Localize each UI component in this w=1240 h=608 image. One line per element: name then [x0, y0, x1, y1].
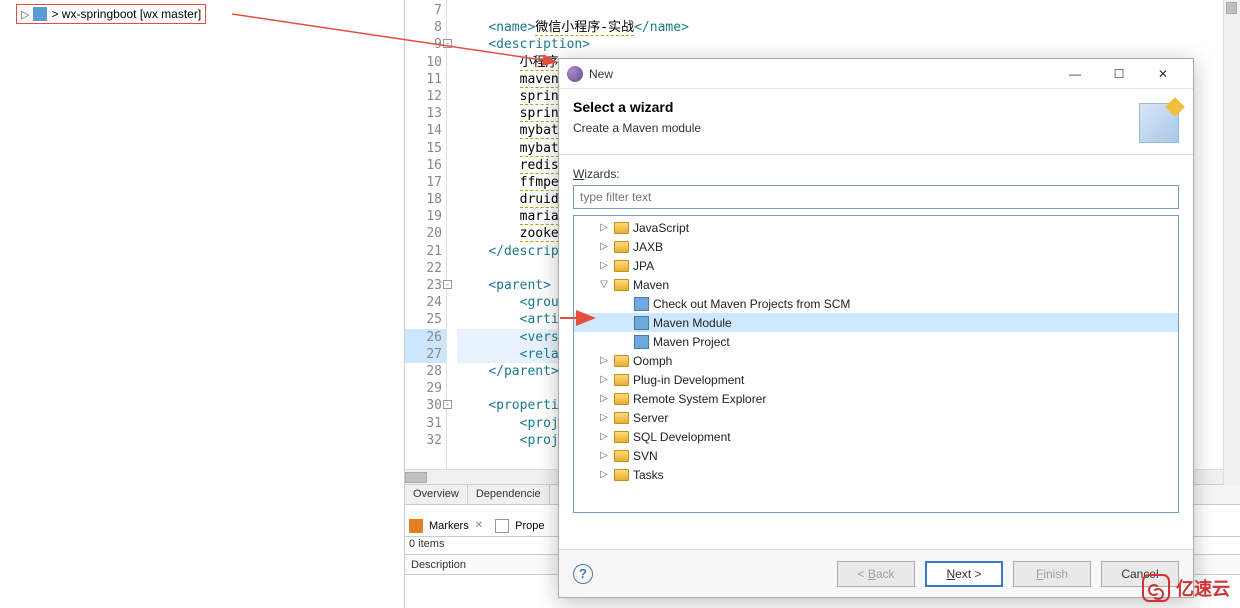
tree-item-label: Check out Maven Projects from SCM [653, 297, 850, 311]
markers-items-count: 0 items [405, 538, 444, 550]
wizards-label: WWizards:izards: [573, 167, 1179, 181]
project-root-item[interactable]: ▷ > wx-springboot [wx master] [16, 4, 206, 24]
folder-icon [614, 241, 629, 253]
wizard-tree[interactable]: ▷ JavaScript ▷ JAXB ▷ JPA ▽ Maven Check out Mave… [573, 215, 1179, 513]
properties-icon [495, 519, 509, 533]
properties-label[interactable]: Prope [515, 520, 544, 532]
wizard-item-icon [634, 316, 649, 330]
watermark-text: 亿速云 [1176, 575, 1230, 601]
help-button[interactable]: ? [573, 564, 593, 584]
folder-icon [614, 260, 629, 272]
editor-vertical-scrollbar[interactable] [1223, 0, 1240, 485]
dialog-titlebar[interactable]: New — ☐ ✕ [559, 59, 1193, 89]
project-name: > wx-springboot [wx master] [51, 7, 201, 21]
tree-item-label: SQL Development [633, 430, 731, 444]
wizard-tree-item[interactable]: Check out Maven Projects from SCM [574, 294, 1178, 313]
back-button[interactable]: < Back [837, 561, 915, 587]
tree-item-label: Maven Project [653, 335, 730, 349]
watermark-icon [1142, 574, 1170, 602]
wizard-banner-icon [1139, 103, 1179, 143]
close-button[interactable]: ✕ [1141, 59, 1185, 89]
chevron-icon: ▷ [598, 260, 610, 271]
chevron-icon: ▷ [598, 450, 610, 461]
minimize-button[interactable]: — [1053, 59, 1097, 89]
close-view-icon[interactable]: ✕ [475, 520, 483, 531]
tree-item-label: Remote System Explorer [633, 392, 766, 406]
folder-icon [614, 469, 629, 481]
wizard-tree-item[interactable]: ▷ JPA [574, 256, 1178, 275]
wizard-tree-item[interactable]: ▷ JavaScript [574, 218, 1178, 237]
chevron-icon: ▷ [598, 393, 610, 404]
wizard-tree-item[interactable]: ▷ SVN [574, 446, 1178, 465]
wizard-tree-item[interactable]: ▷ Server [574, 408, 1178, 427]
watermark: 亿速云 [1142, 574, 1230, 602]
folder-icon [614, 431, 629, 443]
dialog-title: New [589, 67, 1053, 81]
wizard-tree-item[interactable]: Maven Project [574, 332, 1178, 351]
wizard-tree-item[interactable]: ▽ Maven [574, 275, 1178, 294]
dialog-banner: Select a wizard Create a Maven module [559, 89, 1193, 155]
tab-dependencies[interactable]: Dependencie [468, 485, 550, 504]
tree-item-label: JavaScript [633, 221, 689, 235]
chevron-icon: ▷ [598, 469, 610, 480]
folder-icon [614, 374, 629, 386]
chevron-icon: ▷ [598, 374, 610, 385]
wizard-tree-item[interactable]: ▷ Remote System Explorer [574, 389, 1178, 408]
wizard-tree-item[interactable]: ▷ Plug-in Development [574, 370, 1178, 389]
tree-item-label: Plug-in Development [633, 373, 744, 387]
wizard-tree-item[interactable]: ▷ Tasks [574, 465, 1178, 484]
dialog-button-bar: ? < Back Next > Finish Cancel [559, 549, 1193, 597]
tree-item-label: SVN [633, 449, 658, 463]
wizard-item-icon [634, 297, 649, 311]
wizard-tree-item[interactable]: ▷ JAXB [574, 237, 1178, 256]
wizard-tree-item-selected[interactable]: Maven Module [574, 313, 1178, 332]
tree-item-label: Maven Module [653, 316, 732, 330]
wizard-tree-item[interactable]: ▷ Oomph [574, 351, 1178, 370]
tree-item-label: JAXB [633, 240, 663, 254]
wizard-item-icon [634, 335, 649, 349]
tree-item-label: Tasks [633, 468, 664, 482]
chevron-icon: ▷ [598, 355, 610, 366]
next-button[interactable]: Next > [925, 561, 1003, 587]
folder-icon [614, 279, 629, 291]
project-icon [33, 7, 47, 21]
new-wizard-dialog: New — ☐ ✕ Select a wizard Create a Maven… [558, 58, 1194, 598]
folder-icon [614, 412, 629, 424]
folder-icon [614, 450, 629, 462]
chevron-icon: ▷ [598, 412, 610, 423]
wizard-filter-input[interactable] [573, 185, 1179, 209]
tree-item-label: Oomph [633, 354, 672, 368]
tree-item-label: JPA [633, 259, 654, 273]
finish-button[interactable]: Finish [1013, 561, 1091, 587]
markers-icon [409, 519, 423, 533]
wizard-heading: Select a wizard [573, 99, 701, 115]
scrollbar-thumb[interactable] [1226, 2, 1237, 14]
tree-item-label: Server [633, 411, 668, 425]
chevron-icon: ▷ [598, 431, 610, 442]
wizard-subheading: Create a Maven module [573, 121, 701, 135]
folder-icon [614, 355, 629, 367]
scrollbar-thumb[interactable] [405, 472, 427, 483]
wizard-tree-item[interactable]: ▷ SQL Development [574, 427, 1178, 446]
maximize-button[interactable]: ☐ [1097, 59, 1141, 89]
folder-icon [614, 393, 629, 405]
chevron-icon: ▷ [598, 222, 610, 233]
chevron-icon: ▷ [598, 241, 610, 252]
tree-item-label: Maven [633, 278, 669, 292]
eclipse-icon [567, 66, 583, 82]
chevron-icon: ▽ [598, 279, 610, 290]
markers-label[interactable]: Markers [429, 520, 469, 532]
folder-icon [614, 222, 629, 234]
project-explorer: ▷ > wx-springboot [wx master] [0, 0, 405, 608]
tab-overview[interactable]: Overview [405, 485, 468, 504]
line-number-gutter: 789-1011121314151617181920212223-2425262… [405, 0, 447, 470]
chevron-right-icon: ▷ [21, 8, 29, 21]
